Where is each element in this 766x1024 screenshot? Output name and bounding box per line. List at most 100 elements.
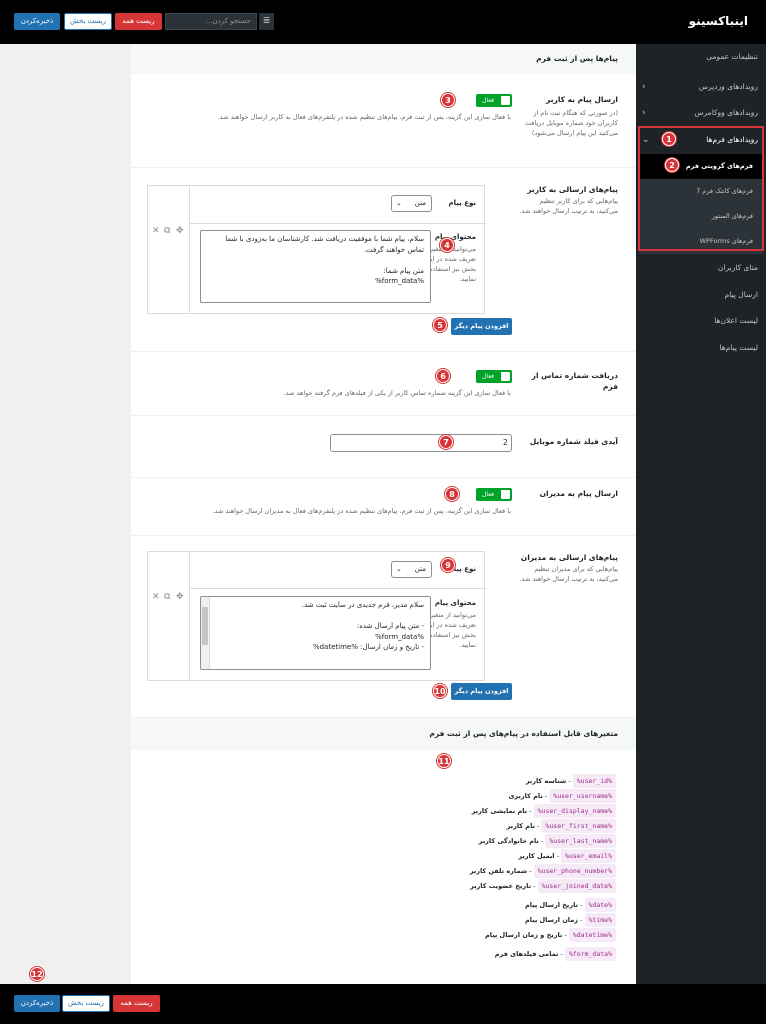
step-badge: 1: [662, 132, 676, 146]
add-message-button[interactable]: افزودن پیام دیگر: [451, 318, 512, 335]
sidebar-item-label: لیست پیام‌ها: [719, 343, 758, 352]
step-badge: 4: [440, 238, 454, 252]
sidebar: تنظیمات عمومی رویدادهای وردپرس ‹ رویدادها…: [636, 44, 766, 984]
sidebar-item-label: تنظیمات عمومی: [706, 52, 758, 61]
user-message-toggle[interactable]: فعال: [476, 94, 512, 107]
footer-bar: ذخیره‌کردن ریست بخش ریست همه: [0, 984, 766, 1024]
variable-desc: تاریخ و زمان ارسال پیام: [485, 931, 563, 939]
save-button[interactable]: ذخیره‌کردن: [14, 13, 60, 30]
variable-tag: %user_first_name%: [541, 819, 616, 833]
phone-field-desc: با فعال سازی این گزینه شماره تماس کاربر …: [283, 389, 511, 397]
variable-row: %user_joined_date% - تاریخ عضویت کاربر: [470, 879, 616, 893]
step-badge: 5: [433, 318, 447, 332]
sidebar-item-send-message[interactable]: ارسال پیام: [636, 282, 766, 308]
section-title: پیام‌ها پس از ثبت فرم: [131, 44, 636, 74]
mobile-id-input[interactable]: 2: [330, 434, 512, 452]
message-type-select[interactable]: متن ⌄: [391, 561, 432, 578]
search-input[interactable]: جستجو کردن...: [165, 13, 257, 30]
variable-tag: %user_email%: [561, 849, 616, 863]
user-message-note: (در صورتی که هنگام ثبت نام از کاربران خو…: [524, 109, 618, 137]
variable-separator: -: [540, 837, 544, 845]
message-ops: ✕ ⧉ ✥: [148, 186, 190, 313]
variable-tag: %user_joined_date%: [537, 879, 616, 893]
variable-tag: %user_display_name%: [533, 804, 616, 818]
variables-list: %user_id% - شناسه کاربر %user_username% …: [316, 774, 616, 964]
variable-row: %user_id% - شناسه کاربر: [526, 774, 616, 788]
variable-desc: نام خانوادگی کاربر: [478, 837, 539, 845]
close-icon[interactable]: ✕: [152, 226, 162, 236]
variable-desc: تاریخ ارسال پیام: [524, 901, 578, 909]
admin-message-row: ارسال پیام به مدیران فعال با فعال سازی ا…: [131, 478, 636, 536]
sidebar-item-user-meta[interactable]: متای کاربران: [636, 255, 766, 281]
variable-separator: -: [580, 916, 583, 924]
variable-row: %user_first_name% - نام کاربر: [507, 819, 616, 833]
variable-tag: %date%: [584, 898, 616, 912]
variable-separator: -: [564, 931, 567, 939]
list-icon[interactable]: ≣: [259, 13, 274, 30]
step-badge: 3: [441, 93, 455, 107]
close-icon[interactable]: ✕: [152, 592, 162, 602]
divider: [190, 588, 486, 589]
variable-desc: ایمیل کاربر: [518, 852, 555, 860]
sidebar-item-wordpress[interactable]: رویدادهای وردپرس ‹: [636, 74, 766, 100]
variable-row: %datetime% - تاریخ و زمان ارسال پیام: [485, 928, 616, 942]
step-badge: 11: [437, 754, 451, 768]
copy-icon[interactable]: ⧉: [164, 592, 172, 602]
message-content-textarea[interactable]: سلام مدیر، فرم جدیدی در سایت ثبت شد. - م…: [200, 596, 431, 670]
message-type-select[interactable]: متن ⌄: [391, 195, 432, 212]
copy-icon[interactable]: ⧉: [164, 226, 172, 236]
move-icon[interactable]: ✥: [176, 592, 186, 602]
variable-separator: -: [580, 901, 583, 909]
toggle-label: فعال: [482, 491, 494, 498]
sidebar-item-label: متای کاربران: [717, 263, 758, 272]
variable-desc: تاریخ عضویت کاربر: [470, 882, 532, 890]
step-badge: 9: [441, 558, 455, 572]
variable-tag: %form_data%: [564, 947, 616, 961]
variable-separator: -: [560, 950, 563, 958]
sidebar-item-woocommerce[interactable]: رویدادهای ووکامرس ‹: [636, 100, 766, 126]
scrollbar-thumb[interactable]: [202, 607, 208, 645]
phone-field-row: دریافت شماره تماس از فرم فعال با فعال سا…: [131, 352, 636, 416]
sidebar-item-messages[interactable]: لیست پیام‌ها: [636, 335, 766, 361]
variables-title: متغیرهای قابل استفاده در پیام‌های پس از …: [131, 718, 636, 750]
select-value: متن: [414, 199, 426, 207]
variable-row: %user_email% - ایمیل کاربر: [518, 849, 616, 863]
variable-tag: %user_username%: [549, 789, 616, 803]
variable-desc: شماره تلفن کاربر: [469, 867, 528, 875]
add-message-button[interactable]: افزودن پیام دیگر: [451, 683, 512, 700]
toggle-knob: [501, 372, 510, 381]
message-content-textarea[interactable]: سلام، پیام شما با موفقیت دریافت شد. کارش…: [200, 230, 431, 303]
variable-tag: %user_id%: [572, 774, 616, 788]
reset-section-button[interactable]: ریست بخش: [62, 995, 110, 1012]
admin-messages-label: پیام‌های ارسالی به مدیران: [520, 553, 618, 562]
variable-separator: -: [568, 777, 571, 785]
variable-row: %user_username% - نام کاربری: [508, 789, 616, 803]
reset-all-button[interactable]: ریست همه: [115, 13, 162, 30]
variable-row: %date% - تاریخ ارسال پیام: [525, 898, 616, 912]
variable-row: %user_phone_number% - شماره تلفن کاربر: [470, 864, 616, 878]
top-bar: اینباکسینو ذخیره‌کردن ریست بخش ریست همه …: [0, 0, 766, 44]
move-icon[interactable]: ✥: [176, 226, 186, 236]
message-box: ✕ ⧉ ✥ نوع پیام متن ⌄ محتوای پیام می‌توانی…: [147, 551, 486, 681]
highlight-box: [638, 126, 764, 251]
sidebar-item-label: رویدادهای ووکامرس: [694, 108, 758, 117]
sidebar-item-label: ارسال پیام: [724, 290, 758, 299]
sidebar-item-notifications[interactable]: لیست اعلان‌ها: [636, 308, 766, 334]
phone-field-label: دریافت شماره تماس از فرم: [531, 371, 618, 391]
textarea-scrollbar[interactable]: [201, 597, 210, 669]
select-value: متن: [414, 565, 426, 573]
variable-separator: -: [529, 867, 532, 875]
user-messages-desc: پیام‌هایی که برای کاربر تنظیم می‌کنید، ب…: [519, 197, 618, 215]
save-button[interactable]: ذخیره‌کردن: [14, 995, 60, 1012]
admin-message-toggle[interactable]: فعال: [476, 488, 512, 501]
main-content: پیام‌ها پس از ثبت فرم ارسال پیام به کارب…: [131, 44, 636, 984]
reset-section-button[interactable]: ریست بخش: [64, 13, 112, 30]
reset-all-button[interactable]: ریست همه: [113, 995, 160, 1012]
phone-field-toggle[interactable]: فعال: [476, 370, 512, 383]
variable-separator: -: [529, 807, 532, 815]
sidebar-item-general[interactable]: تنظیمات عمومی: [636, 44, 766, 70]
admin-messages-row: پیام‌های ارسالی به مدیران پیام‌هایی که ب…: [131, 536, 636, 718]
user-messages-row: پیام‌های ارسالی به کاربر پیام‌هایی که بر…: [131, 168, 636, 352]
toggle-label: فعال: [482, 373, 494, 380]
mobile-id-row: آیدی فیلد شماره موبایل 2: [131, 416, 636, 478]
